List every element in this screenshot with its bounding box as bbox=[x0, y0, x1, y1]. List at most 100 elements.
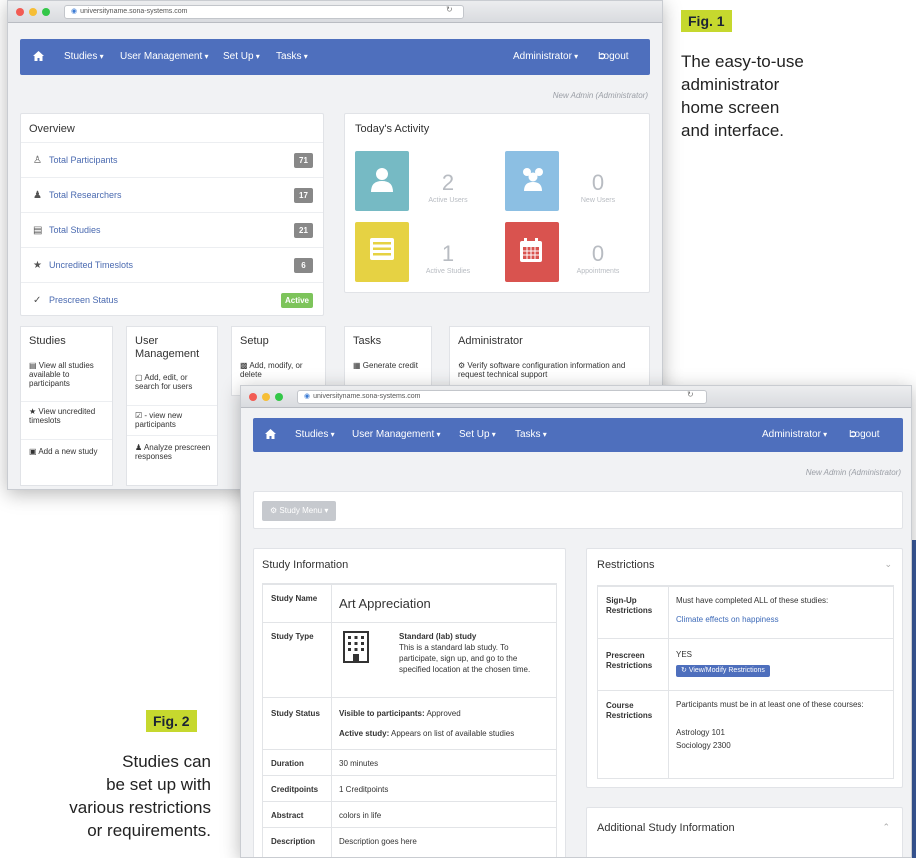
check-circle-icon: ✓ bbox=[33, 295, 42, 306]
nav-user-management[interactable]: User Management bbox=[120, 51, 209, 62]
restrictions-title: Restrictions bbox=[597, 559, 655, 571]
activity-label: Active Studies bbox=[425, 268, 471, 275]
activity-label: Appointments bbox=[576, 268, 620, 275]
nav-set-up[interactable]: Set Up bbox=[223, 51, 260, 62]
home-icon[interactable] bbox=[265, 429, 276, 442]
chevron-down-icon[interactable]: ⌄ bbox=[884, 559, 892, 570]
row-label: Course Restrictions bbox=[606, 701, 653, 720]
current-user-label: New Admin (Administrator) bbox=[552, 91, 648, 100]
new-users-tile[interactable] bbox=[505, 151, 559, 211]
main-navbar: Studies User Management Set Up Tasks Adm… bbox=[20, 39, 650, 75]
nav-tasks[interactable]: Tasks bbox=[276, 51, 308, 62]
column-link[interactable]: ▩ Add, modify, or delete bbox=[240, 361, 320, 379]
active-status: Active study: Appears on list of availab… bbox=[339, 728, 514, 739]
nav-studies[interactable]: Studies bbox=[64, 51, 104, 62]
abstract-value: colors in life bbox=[339, 811, 382, 820]
status-badge: Active bbox=[280, 293, 313, 308]
column-link[interactable]: ▢ Add, edit, or search for users bbox=[135, 373, 213, 391]
close-window-button[interactable] bbox=[16, 8, 24, 16]
course-item: Sociology 2300 bbox=[676, 741, 731, 750]
minimize-window-button[interactable] bbox=[29, 8, 37, 16]
overview-row[interactable]: ★ Uncredited Timeslots 6 bbox=[21, 247, 323, 282]
close-window-button[interactable] bbox=[249, 393, 257, 401]
address-bar[interactable]: ◉ universityname.sona-systems.com bbox=[64, 5, 464, 19]
column-link-label: Verify software configuration informatio… bbox=[458, 361, 626, 379]
chart-icon: ▦ bbox=[353, 361, 363, 370]
star-icon: ★ bbox=[29, 407, 39, 416]
fig2-label: Fig. 2 bbox=[146, 710, 197, 732]
view-modify-restrictions-button[interactable]: ↻ View/Modify Restrictions bbox=[676, 665, 770, 677]
chevron-up-icon[interactable]: ⌃ bbox=[882, 822, 890, 833]
column-link[interactable]: ★ View uncredited timeslots bbox=[29, 407, 109, 425]
column-link[interactable]: ☑ - view new participants bbox=[135, 411, 213, 429]
study-information-panel: Study Information Study Name Art Appreci… bbox=[253, 548, 566, 857]
overview-row[interactable]: ✓ Prescreen Status Active bbox=[21, 282, 323, 317]
study-menu-label: Study Menu bbox=[279, 506, 328, 515]
column-title: Tasks bbox=[353, 335, 382, 347]
nav-studies[interactable]: Studies bbox=[295, 429, 335, 440]
address-text: universityname.sona-systems.com bbox=[313, 393, 421, 400]
appointments-tile[interactable] bbox=[505, 222, 559, 282]
minimize-window-button[interactable] bbox=[262, 393, 270, 401]
nav-set-up[interactable]: Set Up bbox=[459, 429, 496, 440]
table-row: Prescreen Restrictions YES ↻ View/Modify… bbox=[598, 638, 893, 690]
study-menu-button[interactable]: ⚙ Study Menu bbox=[262, 501, 337, 521]
reload-icon[interactable]: ↻ bbox=[687, 390, 694, 399]
study-type-description: This is a standard lab study. To partici… bbox=[399, 643, 531, 674]
list-icon: ▤ bbox=[33, 225, 43, 236]
table-row: Course Restrictions Participants must be… bbox=[598, 690, 893, 780]
users-icon: ♟ bbox=[33, 190, 42, 201]
overview-row-label[interactable]: Total Studies bbox=[49, 225, 101, 235]
overview-row-label[interactable]: Total Researchers bbox=[49, 190, 122, 200]
column-link-label: Add, modify, or delete bbox=[240, 361, 303, 379]
activity-value: 1 bbox=[441, 241, 455, 266]
nav-tasks[interactable]: Tasks bbox=[515, 429, 547, 440]
column-link[interactable]: ▤ View all studies available to particip… bbox=[29, 361, 109, 388]
row-label: Abstract bbox=[271, 811, 304, 820]
calendar-icon bbox=[520, 238, 542, 262]
address-bar[interactable]: ◉ universityname.sona-systems.com bbox=[297, 390, 707, 404]
visibility-value: Approved bbox=[426, 709, 461, 718]
globe-icon: ◉ bbox=[71, 8, 78, 15]
main-navbar: Studies User Management Set Up Tasks Adm… bbox=[253, 418, 903, 452]
row-label: Study Status bbox=[271, 709, 320, 718]
row-label: Duration bbox=[271, 759, 304, 768]
column-link-label: Add a new study bbox=[38, 447, 98, 456]
zoom-window-button[interactable] bbox=[275, 393, 283, 401]
reload-icon[interactable]: ↻ bbox=[446, 5, 453, 14]
building-icon bbox=[343, 631, 369, 668]
studies-column: Studies ▤ View all studies available to … bbox=[20, 326, 113, 486]
column-link[interactable]: ▣ Add a new study bbox=[29, 447, 109, 456]
column-link[interactable]: ⚙ Verify software configuration informat… bbox=[458, 361, 638, 379]
overview-row-label[interactable]: Prescreen Status bbox=[49, 295, 118, 305]
active-users-tile[interactable] bbox=[355, 151, 409, 211]
nav-user-management[interactable]: User Management bbox=[352, 429, 441, 440]
overview-row-label[interactable]: Total Participants bbox=[49, 155, 118, 165]
caption-line: be set up with bbox=[106, 775, 211, 794]
restrictions-panel: Restrictions ⌄ Sign-Up Restrictions Must… bbox=[586, 548, 903, 788]
overview-row[interactable]: ♟ Total Researchers 17 bbox=[21, 177, 323, 212]
table-row: Study Status Visible to participants: Ap… bbox=[263, 697, 556, 749]
overview-row-label[interactable]: Uncredited Timeslots bbox=[49, 260, 133, 270]
users-icon bbox=[523, 168, 543, 191]
home-icon[interactable] bbox=[33, 51, 44, 64]
count-badge: 71 bbox=[294, 153, 313, 168]
column-link-label: View all studies available to participan… bbox=[29, 361, 94, 388]
edit-icon: ▩ bbox=[240, 361, 250, 370]
column-link[interactable]: ▦ Generate credit bbox=[353, 361, 425, 370]
overview-row[interactable]: ♙ Total Participants 71 bbox=[21, 142, 323, 177]
prerequisite-study-link[interactable]: Climate effects on happiness bbox=[676, 614, 779, 625]
overview-row[interactable]: ▤ Total Studies 21 bbox=[21, 212, 323, 247]
fig2-caption: Studies can be set up with various restr… bbox=[0, 750, 211, 842]
row-label: Description bbox=[271, 837, 316, 846]
checkbox-icon: ☑ bbox=[135, 411, 145, 420]
nav-administrator[interactable]: Administrator bbox=[513, 51, 578, 62]
nav-administrator[interactable]: Administrator bbox=[762, 429, 827, 440]
user-icon: ♙ bbox=[33, 155, 42, 166]
plus-square-icon: ▣ bbox=[29, 447, 39, 456]
study-menu-bar: ⚙ Study Menu bbox=[253, 491, 903, 529]
active-studies-tile[interactable] bbox=[355, 222, 409, 282]
table-row: Study Name Art Appreciation bbox=[263, 584, 556, 622]
zoom-window-button[interactable] bbox=[42, 8, 50, 16]
column-link[interactable]: ♟ Analyze prescreen responses bbox=[135, 443, 213, 461]
